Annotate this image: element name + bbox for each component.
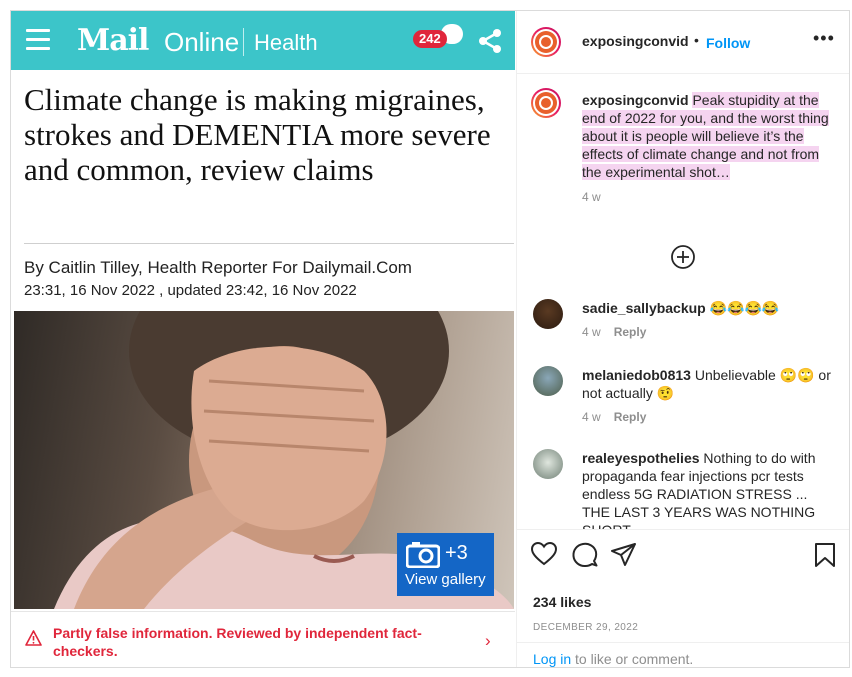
post-date: DECEMBER 29, 2022: [533, 622, 639, 633]
heart-icon[interactable]: [531, 542, 557, 566]
warning-text: Partly false information. Reviewed by in…: [53, 625, 422, 659]
comment-body: 😂😂😂😂: [709, 300, 780, 316]
reply-button[interactable]: Reply: [614, 410, 647, 424]
article-card: Mail Online Health 242 Climate change is…: [11, 11, 515, 667]
caption: exposingconvid Peak stupidity at the end…: [582, 91, 832, 206]
caption-age: 4 w: [582, 190, 601, 204]
commenter-avatar[interactable]: [533, 449, 563, 479]
login-prompt: to like or comment.: [575, 651, 694, 667]
screenshot-frame: Mail Online Health 242 Climate change is…: [10, 10, 850, 668]
fact-check-warning[interactable]: Partly false information. Reviewed by in…: [11, 611, 515, 667]
article-headline[interactable]: Climate change is making migraines, stro…: [24, 82, 504, 187]
divider: [24, 243, 514, 244]
instagram-panel: exposingconvid • Follow ••• exposingconv…: [516, 11, 849, 667]
section-label[interactable]: Health: [254, 30, 318, 56]
camera-icon: [406, 542, 440, 568]
comment-icon[interactable]: [572, 542, 598, 568]
post-actions: 234 likes DECEMBER 29, 2022 Log in to li…: [517, 529, 849, 667]
more-options-icon[interactable]: •••: [813, 28, 835, 49]
logo-online[interactable]: Online: [164, 27, 239, 58]
load-more-comments-icon[interactable]: [670, 244, 696, 270]
commenter-avatar[interactable]: [533, 366, 563, 396]
warning-icon: [25, 630, 42, 646]
share-send-icon[interactable]: [611, 542, 637, 568]
comment-text: realeyespothelies Nothing to do with pro…: [582, 449, 837, 539]
follow-button[interactable]: Follow: [706, 35, 750, 51]
comment-username[interactable]: realeyespothelies: [582, 450, 700, 466]
login-bar: Log in to like or comment.: [517, 642, 849, 667]
login-link[interactable]: Log in: [533, 651, 571, 667]
caption-avatar[interactable]: [531, 88, 561, 118]
comment-age: 4 w: [582, 325, 601, 339]
comment-meta: 4 w Reply: [582, 410, 646, 424]
reply-button[interactable]: Reply: [614, 325, 647, 339]
likes-count[interactable]: 234 likes: [533, 594, 591, 610]
post-username[interactable]: exposingconvid: [582, 33, 689, 49]
comment-count-badge[interactable]: 242: [413, 30, 447, 48]
share-icon[interactable]: [477, 28, 503, 54]
comment-meta: 4 w Reply: [582, 325, 646, 339]
comment-text: sadie_sallybackup 😂😂😂😂: [582, 299, 837, 317]
post-header: exposingconvid • Follow •••: [517, 11, 849, 74]
comment-text: melaniedob0813 Unbelievable 🙄🙄 or not ac…: [582, 366, 837, 402]
article-byline: By Caitlin Tilley, Health Reporter For D…: [24, 258, 412, 277]
logo-mail[interactable]: Mail: [77, 23, 149, 58]
comment-username[interactable]: sadie_sallybackup: [582, 300, 706, 316]
avatar[interactable]: [531, 27, 561, 57]
separator-dot: •: [694, 32, 699, 48]
logo-divider: [243, 28, 244, 56]
bookmark-icon[interactable]: [814, 542, 836, 568]
mail-header: Mail Online Health 242: [11, 11, 515, 70]
gallery-count: +3: [445, 542, 468, 564]
chevron-right-icon[interactable]: ›: [485, 631, 491, 651]
commenter-avatar[interactable]: [533, 299, 563, 329]
view-gallery-button[interactable]: +3 View gallery: [397, 533, 494, 596]
caption-username[interactable]: exposingconvid: [582, 92, 689, 108]
menu-icon[interactable]: [26, 29, 50, 51]
article-dateline: 23:31, 16 Nov 2022 , updated 23:42, 16 N…: [24, 282, 357, 299]
comment-age: 4 w: [582, 410, 601, 424]
gallery-label: View gallery: [405, 571, 486, 588]
comment-username[interactable]: melaniedob0813: [582, 367, 691, 383]
